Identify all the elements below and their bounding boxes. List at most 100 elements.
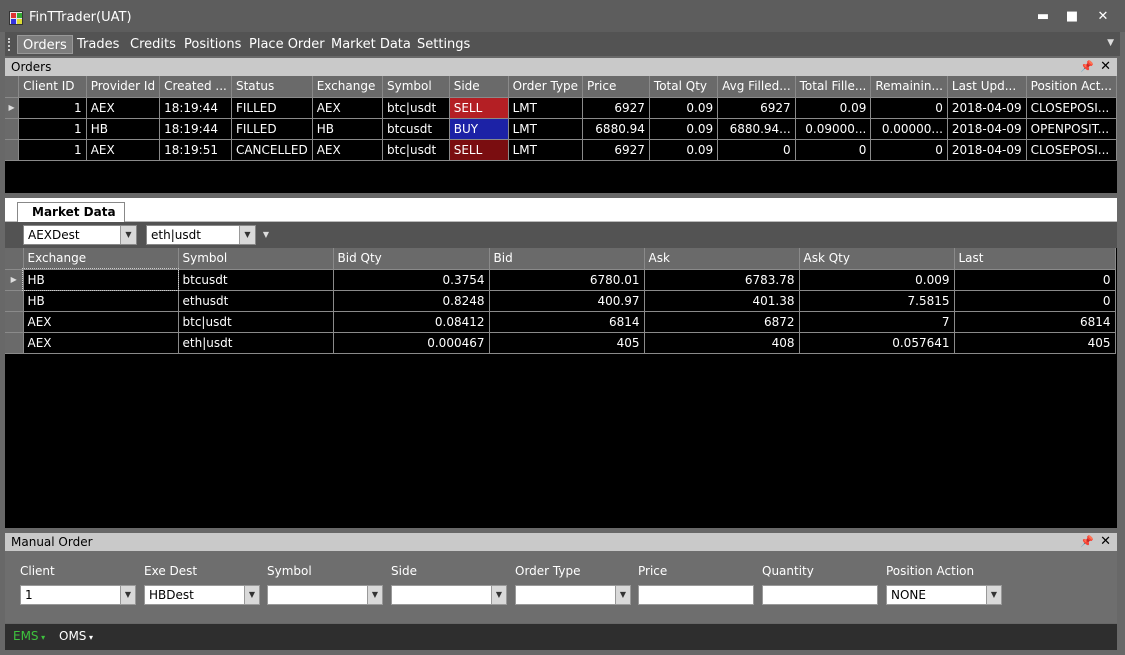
table-cell[interactable]: 401.38 xyxy=(644,290,800,312)
table-cell[interactable]: 0 xyxy=(870,97,948,119)
side-select[interactable]: ▼ xyxy=(391,585,507,605)
table-cell[interactable]: ethusdt xyxy=(178,290,334,312)
table-cell[interactable]: AEX xyxy=(312,97,384,119)
table-cell[interactable]: 0.08412 xyxy=(333,311,490,333)
chevron-down-icon[interactable]: ▼ xyxy=(259,225,273,245)
table-row[interactable]: 1 HB 18:19:44 FILLED HB btcusdt BUY LMT 6880.94 0… xyxy=(5,118,1117,140)
table-cell[interactable]: 7.5815 xyxy=(799,290,955,312)
column-header[interactable]: Last Upd... xyxy=(947,76,1027,98)
dest-filter-combo[interactable]: AEXDest ▼ xyxy=(23,225,137,245)
column-header[interactable]: Price xyxy=(582,76,650,98)
row-selector[interactable]: ▶ xyxy=(5,269,24,291)
column-header[interactable]: Avg Filled... xyxy=(717,76,796,98)
table-cell[interactable]: btc|usdt xyxy=(382,97,450,119)
row-selector[interactable] xyxy=(5,290,24,312)
chevron-down-icon[interactable]: ▼ xyxy=(615,586,630,604)
row-selector[interactable] xyxy=(5,139,20,161)
menu-overflow-icon[interactable]: ▼ xyxy=(1107,38,1114,48)
chevron-down-icon[interactable]: ▼ xyxy=(120,226,136,244)
table-cell[interactable]: 0.09000... xyxy=(795,118,872,140)
table-cell[interactable]: LMT xyxy=(508,118,584,140)
table-cell[interactable]: 0.8248 xyxy=(333,290,490,312)
table-cell[interactable]: 0.057641 xyxy=(799,332,955,354)
ems-menu[interactable]: EMS ▾ xyxy=(13,629,45,643)
oms-menu[interactable]: OMS ▾ xyxy=(59,629,93,643)
column-header[interactable]: Total Fille... xyxy=(795,76,872,98)
row-selector[interactable] xyxy=(5,311,24,333)
table-cell[interactable]: btc|usdt xyxy=(382,139,450,161)
table-cell[interactable]: 6814 xyxy=(489,311,645,333)
minimize-button[interactable]: ▬ xyxy=(1035,9,1051,25)
table-row[interactable]: ▶ 1 AEX 18:19:44 FILLED AEX btc|usdt SELL LMT 692… xyxy=(5,97,1117,119)
table-cell[interactable]: 405 xyxy=(954,332,1116,354)
table-cell[interactable]: 0 xyxy=(717,139,796,161)
row-selector[interactable] xyxy=(5,332,24,354)
column-header[interactable]: Provider Id xyxy=(86,76,161,98)
pin-icon[interactable]: 📌 xyxy=(1080,58,1094,76)
close-window-button[interactable]: ✕ xyxy=(1095,9,1111,25)
chevron-down-icon[interactable]: ▼ xyxy=(491,586,506,604)
table-cell[interactable]: btcusdt xyxy=(382,118,450,140)
table-cell[interactable]: 0.09 xyxy=(795,97,872,119)
table-cell[interactable]: 2018-04-09 xyxy=(947,118,1027,140)
table-cell[interactable]: 6814 xyxy=(954,311,1116,333)
column-header[interactable]: Ask xyxy=(644,248,800,270)
table-cell[interactable]: 0.09 xyxy=(649,139,719,161)
table-cell[interactable]: FILLED xyxy=(231,97,313,119)
row-selector[interactable] xyxy=(5,118,20,140)
table-cell[interactable]: 2018-04-09 xyxy=(947,97,1027,119)
table-row[interactable]: ▶ HB btcusdt 0.3754 6780.01 6783.78 0.009 0 xyxy=(5,268,1116,291)
table-cell[interactable]: 18:19:51 xyxy=(159,139,232,161)
table-cell[interactable]: 0 xyxy=(954,269,1116,291)
column-header[interactable]: Created ... xyxy=(159,76,232,98)
table-cell[interactable]: AEX xyxy=(23,332,179,354)
order-type-select[interactable]: ▼ xyxy=(515,585,631,605)
table-cell[interactable]: 18:19:44 xyxy=(159,118,232,140)
menu-orders[interactable]: Orders xyxy=(17,35,73,54)
table-cell[interactable]: 6880.94 xyxy=(582,118,650,140)
table-cell[interactable]: btc|usdt xyxy=(178,311,334,333)
row-selector[interactable]: ▶ xyxy=(5,97,20,119)
menu-market-data[interactable]: Market Data xyxy=(326,35,416,54)
chevron-down-icon[interactable]: ▼ xyxy=(120,586,135,604)
table-cell[interactable]: 18:19:44 xyxy=(159,97,232,119)
table-cell[interactable]: 1 xyxy=(18,139,87,161)
table-cell[interactable]: HB xyxy=(312,118,384,140)
pin-icon[interactable]: 📌 xyxy=(1080,533,1094,551)
client-select[interactable]: 1 ▼ xyxy=(20,585,136,605)
table-cell[interactable]: 6927 xyxy=(717,97,796,119)
quantity-input[interactable] xyxy=(762,585,878,605)
column-header[interactable]: Symbol xyxy=(382,76,450,98)
table-cell[interactable]: btcusdt xyxy=(178,269,334,291)
column-header[interactable]: Total Qty xyxy=(649,76,719,98)
table-cell[interactable]: eth|usdt xyxy=(178,332,334,354)
menu-credits[interactable]: Credits xyxy=(125,35,181,54)
column-header[interactable]: Exchange xyxy=(23,248,179,270)
table-cell[interactable]: HB xyxy=(22,268,179,291)
table-cell[interactable]: AEX xyxy=(86,97,161,119)
table-row[interactable]: 1 AEX 18:19:51 CANCELLED AEX btc|usdt SELL LMT 6… xyxy=(5,139,1117,161)
table-cell[interactable]: HB xyxy=(86,118,161,140)
table-cell[interactable]: 6927 xyxy=(582,139,650,161)
table-cell[interactable]: 0 xyxy=(795,139,872,161)
table-cell[interactable]: 6927 xyxy=(582,97,650,119)
column-header[interactable]: Bid Qty xyxy=(333,248,490,270)
position-action-select[interactable]: NONE ▼ xyxy=(886,585,1002,605)
table-cell[interactable]: 1 xyxy=(18,97,87,119)
column-header[interactable]: Ask Qty xyxy=(799,248,955,270)
table-cell[interactable]: 0 xyxy=(870,139,948,161)
table-cell[interactable]: AEX xyxy=(312,139,384,161)
table-cell[interactable]: CLOSEPOSI... xyxy=(1026,139,1117,161)
table-cell[interactable]: 7 xyxy=(799,311,955,333)
table-cell[interactable]: SELL xyxy=(449,139,509,161)
menu-settings[interactable]: Settings xyxy=(412,35,475,54)
table-cell[interactable]: 400.97 xyxy=(489,290,645,312)
table-cell[interactable]: 0.00000... xyxy=(870,118,948,140)
chevron-down-icon[interactable]: ▼ xyxy=(986,586,1001,604)
table-row[interactable]: AEX btc|usdt 0.08412 6814 6872 7 6814 xyxy=(5,311,1116,333)
symbol-filter-combo[interactable]: eth|usdt ▼ xyxy=(146,225,256,245)
column-header[interactable]: Last xyxy=(954,248,1116,270)
table-cell[interactable]: 6872 xyxy=(644,311,800,333)
column-header[interactable]: Side xyxy=(449,76,509,98)
toolbar-grip-icon[interactable] xyxy=(8,38,10,51)
